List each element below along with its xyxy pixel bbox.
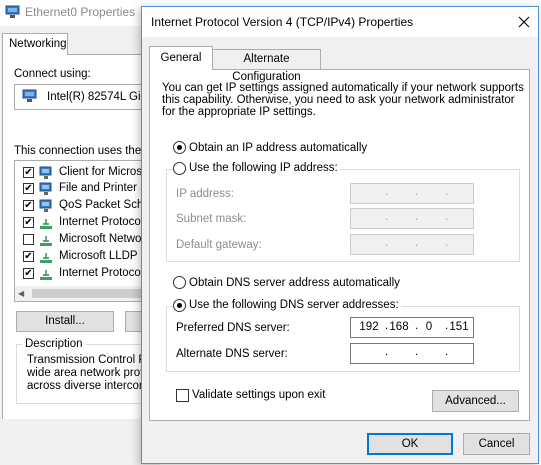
advanced-button[interactable]: Advanced...	[432, 390, 519, 412]
subnet-mask-field: ...	[350, 208, 474, 229]
default-gateway-field: ...	[350, 234, 474, 255]
connection-item-checkbox[interactable]	[23, 234, 34, 245]
network-client-icon	[39, 199, 52, 212]
connection-item-label: QoS Packet Sche	[59, 199, 150, 211]
ip-address-field: ...	[350, 183, 474, 204]
connection-item-checkbox[interactable]: ✔	[23, 200, 34, 211]
protocol-icon	[40, 253, 52, 263]
network-client-icon	[39, 182, 52, 195]
intro-text: You can get IP settings assigned automat…	[162, 82, 524, 118]
tab-general[interactable]: General	[149, 46, 213, 70]
alternate-dns-label: Alternate DNS server:	[176, 348, 288, 360]
default-gateway-label: Default gateway:	[176, 239, 262, 251]
scroll-left-arrow-icon[interactable]: ◀	[18, 289, 24, 298]
connection-item-label: Internet Protocol V	[59, 267, 155, 279]
connection-item-checkbox[interactable]: ✔	[23, 268, 34, 279]
ethernet-window-footer	[0, 420, 160, 465]
subnet-mask-label: Subnet mask:	[176, 213, 247, 225]
use-following-dns-radio[interactable]	[173, 299, 186, 312]
preferred-dns-octet-1[interactable]: 192	[357, 321, 381, 333]
use-following-dns-label: Use the following DNS server addresses:	[187, 299, 401, 311]
preferred-dns-octet-2[interactable]: 168	[387, 321, 411, 333]
description-label: Description	[22, 338, 86, 350]
connection-item-checkbox[interactable]: ✔	[23, 183, 34, 194]
preferred-dns-label: Preferred DNS server:	[176, 322, 290, 334]
tab-alternate-configuration[interactable]: Alternate Configuration	[212, 49, 321, 83]
connection-item-checkbox[interactable]: ✔	[23, 251, 34, 262]
obtain-ip-automatically-label: Obtain an IP address automatically	[189, 142, 368, 154]
connection-item-checkbox[interactable]: ✔	[23, 217, 34, 228]
ok-button[interactable]: OK	[367, 433, 453, 455]
cancel-button[interactable]: Cancel	[463, 433, 530, 455]
connection-item-checkbox[interactable]: ✔	[23, 167, 34, 178]
connection-item-label: Internet Protocol V	[59, 216, 155, 228]
alternate-dns-field[interactable]: ...	[350, 343, 474, 364]
tab-networking[interactable]: Networking	[2, 33, 68, 55]
connection-item-label: Client for Microsof	[59, 166, 152, 178]
protocol-icon	[40, 270, 52, 280]
protocol-icon	[40, 219, 52, 229]
validate-settings-checkbox[interactable]	[176, 389, 189, 402]
use-following-ip-radio[interactable]	[173, 162, 186, 175]
close-icon[interactable]	[514, 12, 534, 32]
protocol-icon	[40, 236, 52, 246]
ethernet-window-title: Ethernet0 Properties	[25, 5, 136, 19]
connection-item-label: Microsoft LLDP P	[59, 250, 149, 262]
connect-using-label: Connect using:	[14, 68, 91, 80]
ip-address-label: IP address:	[176, 188, 234, 200]
obtain-dns-automatically-radio[interactable]	[173, 276, 186, 289]
preferred-dns-octet-4[interactable]: 151	[447, 321, 471, 333]
preferred-dns-field[interactable]: 192 . 168 . 0 . 151	[350, 317, 474, 338]
network-adapter-icon	[22, 89, 37, 102]
obtain-dns-automatically-label: Obtain DNS server address automatically	[189, 277, 400, 289]
description-text: Transmission Control Pro wide area netwo…	[27, 354, 156, 392]
connection-item-label: Microsoft Network	[59, 233, 152, 245]
connection-items-label: This connection uses the fo	[14, 145, 154, 157]
adapter-name: Intel(R) 82574L Giga	[47, 91, 154, 103]
preferred-dns-octet-3[interactable]: 0	[417, 321, 441, 333]
dialog-title: Internet Protocol Version 4 (TCP/IPv4) P…	[151, 15, 414, 29]
network-client-icon	[39, 166, 52, 179]
install-button[interactable]: Install...	[16, 311, 114, 332]
validate-settings-label: Validate settings upon exit	[192, 389, 326, 401]
network-adapter-icon	[5, 5, 20, 18]
connection-item-label: File and Printer Sh	[59, 182, 155, 194]
use-following-ip-label: Use the following IP address:	[187, 162, 340, 174]
obtain-ip-automatically-radio[interactable]	[173, 141, 186, 154]
